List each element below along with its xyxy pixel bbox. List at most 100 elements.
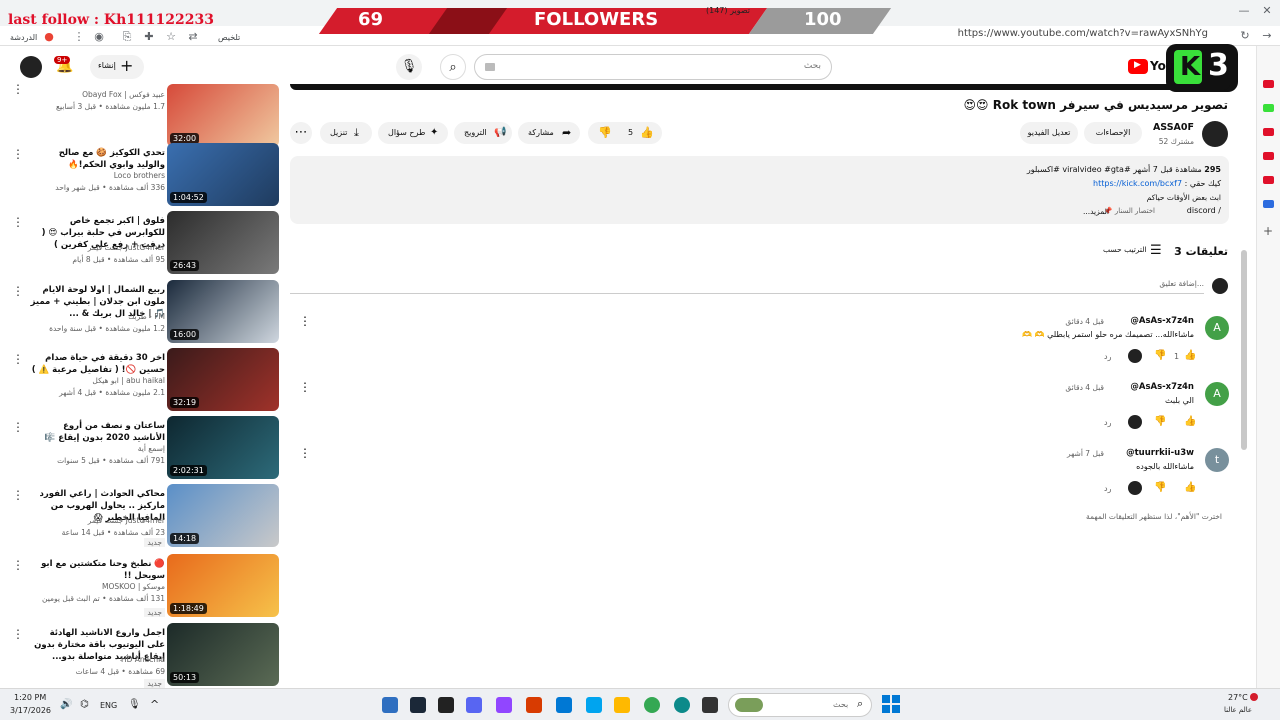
video-thumbnail[interactable]: 50:13 [167, 623, 279, 686]
download-button[interactable]: تنزيل ⤓ [320, 122, 372, 144]
sort-label[interactable]: الترتيب حسب [1103, 245, 1147, 254]
create-button[interactable]: إنشاء + [90, 55, 144, 79]
video-thumbnail[interactable]: 32:00 [167, 84, 279, 147]
extension-puzzle-icon[interactable]: ✚ [142, 30, 156, 44]
comment-menu-icon[interactable]: ⋮ [299, 314, 311, 328]
sort-icon[interactable]: ☰ [1150, 243, 1162, 258]
video-title[interactable]: تحدي الكوكيز 🍪 مع صالح والوليد وابوي الح… [30, 147, 165, 171]
video-title[interactable]: 🔴 نطبخ وحنا متكشتين مع ابو سويحل !! [30, 558, 165, 582]
dislike-icon[interactable]: 👎 [598, 122, 612, 144]
comment-like-icon[interactable]: 👍 [1184, 482, 1196, 493]
comment-author[interactable]: @AsAs-x7z4n [1130, 316, 1194, 326]
language-indicator[interactable]: ENG [100, 701, 117, 710]
ask-question-button[interactable]: طرح سؤال ✦ [378, 122, 448, 144]
search-input[interactable]: بحث [474, 54, 832, 80]
comment-dislike-icon[interactable]: 👎 [1154, 482, 1166, 493]
comment-author[interactable]: @tuurrkii-u3w [1126, 448, 1194, 458]
video-menu-icon[interactable]: ⋮ [12, 558, 24, 572]
discord-label[interactable]: discord / [1187, 206, 1221, 215]
youtube-rail-icon-3[interactable] [1263, 152, 1274, 160]
video-title[interactable]: اخر 30 دقيقة في حياة صدام حسين 🚫! ( تفاص… [30, 352, 165, 376]
comment-dislike-icon[interactable]: 👎 [1154, 350, 1166, 361]
minimize-icon[interactable]: — [1237, 4, 1251, 18]
tray-chevron-icon[interactable]: ^ [150, 698, 159, 711]
channel-name[interactable]: جست قيمر JustG4mer [88, 243, 165, 252]
video-player-bottom[interactable] [290, 84, 1230, 90]
video-thumbnail[interactable]: 16:00 [167, 280, 279, 343]
comment-avatar[interactable]: A [1205, 382, 1229, 406]
list-item[interactable]: 16:00 ⋮ ربيع الشمال | اولا لوحة الايام ملو… [0, 280, 285, 344]
comment-menu-icon[interactable]: ⋮ [299, 446, 311, 460]
video-menu-icon[interactable]: ⋮ [12, 627, 24, 641]
app-rail-icon[interactable] [1263, 200, 1274, 208]
list-item[interactable]: 2:02:31 ⋮ ساعتان و نصف من أروع الأناشيد 20… [0, 416, 285, 480]
kick-rail-icon[interactable] [1263, 104, 1274, 112]
search-button[interactable]: ⌕ [440, 54, 466, 80]
video-menu-icon[interactable]: ⋮ [12, 215, 24, 229]
keyboard-icon[interactable] [485, 63, 495, 71]
video-thumbnail[interactable]: 1:04:52 [167, 143, 279, 206]
list-item[interactable]: 1:18:49 ⋮ 🔴 نطبخ وحنا متكشتين مع ابو سويحل… [0, 554, 285, 618]
summary-button[interactable]: تلخيص [218, 33, 240, 42]
video-thumbnail[interactable]: 26:43 [167, 211, 279, 274]
channel-name[interactable]: إسمع أية [138, 444, 165, 453]
video-menu-icon[interactable]: ⋮ [12, 488, 24, 502]
list-item[interactable]: 1:04:52 ⋮ تحدي الكوكيز 🍪 مع صالح والوليد و… [0, 143, 285, 207]
channel-name[interactable]: Loco brothers [114, 171, 165, 180]
comment-like-icon[interactable]: 👍 [1184, 350, 1196, 361]
reload-icon[interactable]: ↻ [1238, 29, 1252, 43]
mail-icon[interactable] [556, 697, 572, 713]
video-menu-icon[interactable]: ⋮ [12, 420, 24, 434]
promote-button[interactable]: الترويج 📢 [454, 122, 512, 144]
comment-avatar[interactable]: t [1205, 448, 1229, 472]
add-rail-icon[interactable]: + [1263, 224, 1273, 238]
comment-like-icon[interactable]: 👍 [1184, 416, 1196, 427]
list-item[interactable]: 14:18 ⋮ محاكي الحوادث | راعي الفورد ماركيز… [0, 484, 285, 548]
show-more-link[interactable]: ...المزيد [1083, 207, 1109, 216]
bookmark-star-icon[interactable]: ☆ [164, 30, 178, 44]
reply-button[interactable]: رد [1104, 352, 1111, 361]
profile-icon[interactable]: ● [42, 30, 56, 44]
terminal-icon[interactable] [702, 697, 718, 713]
more-actions-icon[interactable]: ⋯ [290, 122, 312, 144]
channel-avatar[interactable] [1202, 121, 1228, 147]
channel-name[interactable]: ابو هيكل | abu haikal [92, 376, 165, 385]
app-orange-icon[interactable] [526, 697, 542, 713]
channel-name[interactable]: MOSKOO | موسكو [102, 582, 165, 591]
stats-button[interactable]: الإحصاءات [1084, 122, 1142, 144]
list-item[interactable]: 32:00 ⋮ Obayd Fox | عبيد فوكس 1.7 مليون مشا… [0, 82, 285, 148]
youtube-rail-icon[interactable] [1263, 80, 1274, 88]
steam-icon[interactable] [410, 697, 426, 713]
network-icon[interactable]: ⌬ [80, 699, 89, 710]
comment-menu-icon[interactable]: ⋮ [299, 380, 311, 394]
microphone-icon[interactable]: 🎙 [396, 54, 422, 80]
comment-avatar[interactable]: A [1205, 316, 1229, 340]
windows-start-icon[interactable] [882, 695, 900, 713]
twitch-icon[interactable] [496, 697, 512, 713]
chrome-icon[interactable] [644, 697, 660, 713]
channel-name[interactable]: HD Anachid [121, 655, 165, 664]
weather-temp[interactable]: 27°C [1228, 693, 1248, 702]
taskbar-search[interactable]: بحث ⌕ [728, 693, 872, 717]
add-comment-input[interactable]: إضافة تعليق... [1159, 279, 1204, 288]
edit-video-button[interactable]: تعديل الفيديو [1020, 122, 1078, 144]
file-explorer-icon[interactable] [614, 697, 630, 713]
channel-name[interactable]: Obayd Fox | عبيد فوكس [82, 90, 165, 99]
translate-icon[interactable]: ⇄ [186, 30, 200, 44]
shield-app-icon[interactable] [382, 697, 398, 713]
video-thumbnail[interactable]: 32:19 [167, 348, 279, 411]
extensions-icon[interactable]: ⋮ [72, 30, 86, 44]
account-icon[interactable]: ◉ [92, 30, 106, 44]
volume-icon[interactable]: 🔊 [60, 699, 72, 710]
list-item[interactable]: 26:43 ⋮ فلوق | اكبر تجمع خاص للكوابرس في ح… [0, 211, 285, 275]
channel-name[interactable]: ASSA0F [1153, 122, 1194, 133]
comment-dislike-icon[interactable]: 👎 [1154, 416, 1166, 427]
youtube-logo-icon[interactable]: ▶ [1128, 59, 1148, 74]
avatar[interactable] [20, 56, 42, 78]
channel-name[interactable]: جست قيمر JustG4mer [88, 516, 165, 525]
video-menu-icon[interactable]: ⋮ [12, 284, 24, 298]
mic-tray-icon[interactable]: 🎙 [128, 699, 141, 710]
video-thumbnail[interactable]: 2:02:31 [167, 416, 279, 479]
list-item[interactable]: 32:19 ⋮ اخر 30 دقيقة في حياة صدام حسين 🚫! … [0, 348, 285, 412]
video-menu-icon[interactable]: ⋮ [12, 82, 24, 96]
